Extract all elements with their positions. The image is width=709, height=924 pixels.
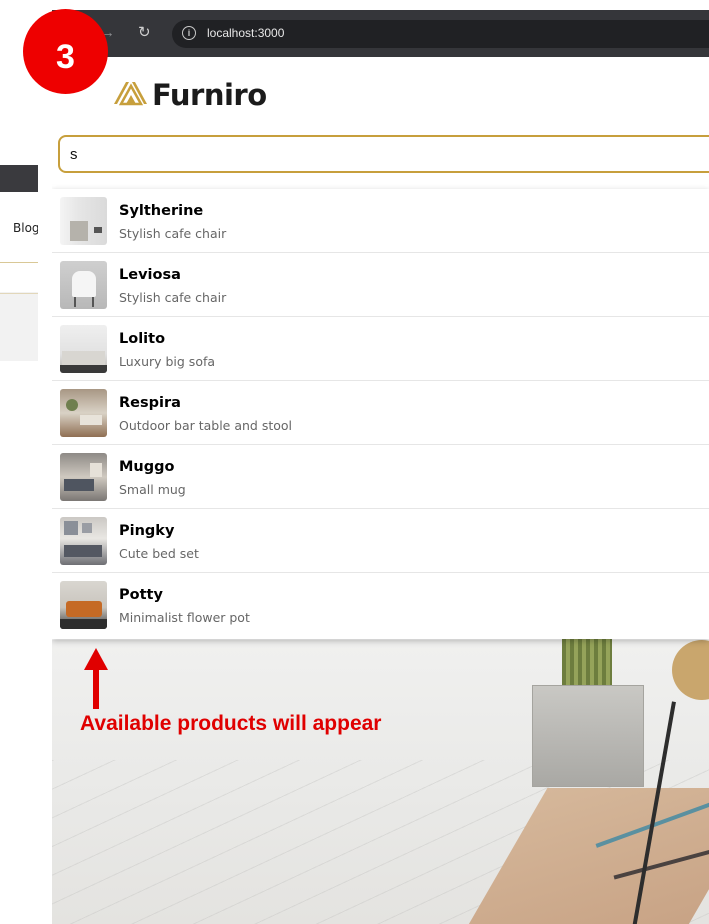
- result-description: Outdoor bar table and stool: [119, 418, 293, 433]
- address-bar-url: localhost:3000: [207, 26, 285, 40]
- result-name: Syltherine: [119, 203, 204, 219]
- white-chair-photo-icon: [60, 261, 107, 309]
- arrow-shaft: [93, 668, 99, 709]
- annotation-caption: Available products will appear: [80, 712, 382, 735]
- result-name: Leviosa: [119, 267, 181, 283]
- orange-sofa-photo-icon: [60, 581, 107, 629]
- search-box[interactable]: [58, 135, 709, 173]
- background-window-navbar: [0, 192, 38, 292]
- living-room-photo-icon: [60, 453, 107, 501]
- result-description: Luxury big sofa: [119, 354, 216, 369]
- arrow-up-icon: [84, 648, 108, 670]
- result-description: Cute bed set: [119, 546, 199, 561]
- search-result-item[interactable]: Respira Outdoor bar table and stool: [52, 381, 709, 445]
- site-info-icon[interactable]: i: [182, 26, 196, 40]
- background-window-titlebar: [0, 165, 38, 192]
- sofa-photo-icon: [60, 325, 107, 373]
- result-description: Minimalist flower pot: [119, 610, 250, 625]
- plant-decor: [562, 632, 612, 692]
- search-result-item[interactable]: Potty Minimalist flower pot: [52, 573, 709, 637]
- concrete-pot-decor: [532, 685, 644, 787]
- step-number-badge: 3: [23, 9, 108, 94]
- address-bar[interactable]: i localhost:3000: [172, 20, 709, 48]
- result-description: Stylish cafe chair: [119, 226, 227, 241]
- result-name: Potty: [119, 587, 163, 603]
- furniro-logo-icon: [114, 82, 147, 106]
- hero-background-image: [52, 632, 709, 924]
- background-window-divider: [0, 262, 38, 263]
- background-window-divider: [0, 293, 38, 294]
- living-room-photo-icon: [60, 517, 107, 565]
- result-name: Lolito: [119, 331, 166, 347]
- result-name: Muggo: [119, 459, 175, 475]
- search-result-item[interactable]: Leviosa Stylish cafe chair: [52, 253, 709, 317]
- living-room-photo-icon: [60, 389, 107, 437]
- search-input[interactable]: [70, 144, 630, 164]
- result-description: Stylish cafe chair: [119, 290, 227, 305]
- wicker-chair-decor: [672, 640, 709, 700]
- cafe-chair-photo-icon: [60, 197, 107, 245]
- brand-name: Furniro: [152, 78, 267, 112]
- background-window: [0, 165, 38, 361]
- result-name: Pingky: [119, 523, 175, 539]
- search-result-item[interactable]: Syltherine Stylish cafe chair: [52, 189, 709, 253]
- search-result-item[interactable]: Lolito Luxury big sofa: [52, 317, 709, 381]
- reload-icon[interactable]: ↻: [138, 23, 151, 41]
- search-result-item[interactable]: Muggo Small mug: [52, 445, 709, 509]
- browser-toolbar: → ↻ i localhost:3000: [52, 10, 709, 57]
- search-result-item[interactable]: Pingky Cute bed set: [52, 509, 709, 573]
- browser-window: → ↻ i localhost:3000 Furniro s Syltherin…: [52, 10, 709, 924]
- result-description: Small mug: [119, 482, 186, 497]
- background-nav-blog-link[interactable]: Blog: [13, 221, 38, 235]
- search-results-dropdown: Syltherine Stylish cafe chair Leviosa St…: [52, 189, 709, 639]
- result-name: Respira: [119, 395, 181, 411]
